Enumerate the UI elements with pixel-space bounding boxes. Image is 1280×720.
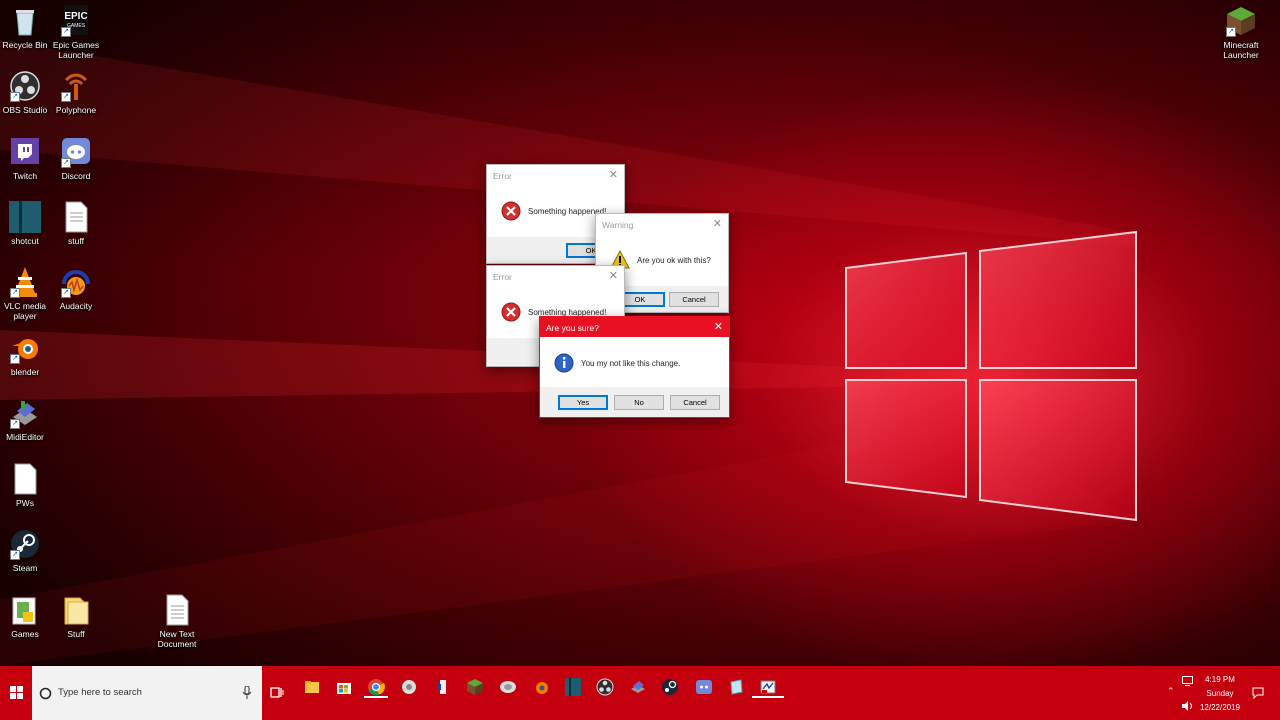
- desktop-icon-stuff-file[interactable]: stuff: [45, 201, 107, 246]
- blender-icon[interactable]: [532, 678, 550, 696]
- network-icon[interactable]: [1182, 675, 1194, 689]
- dialog-title: Error: [493, 272, 512, 282]
- desktop-icon-pws[interactable]: PWs: [0, 463, 56, 508]
- text-file-icon: [161, 594, 193, 626]
- desktop-icon-epic-games[interactable]: EPIC GAMES ↗ Epic Games Launcher: [45, 5, 107, 60]
- vbs-running-indicator: [752, 696, 784, 698]
- volume-icon[interactable]: [1182, 700, 1194, 714]
- info-icon: [554, 353, 574, 376]
- store-icon[interactable]: [335, 678, 353, 696]
- search-box[interactable]: Type here to search: [32, 666, 262, 720]
- desktop-icon-polyphone[interactable]: ↗ Polyphone: [45, 70, 107, 115]
- polyphone-icon: ↗: [60, 70, 92, 102]
- obs-icon: ↗: [9, 70, 41, 102]
- notification-icon[interactable]: [1252, 687, 1264, 702]
- close-icon[interactable]: ✕: [609, 269, 618, 282]
- clock-day[interactable]: Sunday: [1195, 689, 1245, 698]
- notepad-icon[interactable]: [727, 678, 745, 696]
- midieditor-icon[interactable]: [629, 678, 647, 696]
- dialog-title: Warning: [602, 220, 634, 230]
- folder-icon: [9, 594, 41, 626]
- close-icon[interactable]: ✕: [609, 168, 618, 181]
- audacity-icon: ↗: [60, 266, 92, 298]
- search-icon: [39, 687, 52, 703]
- minecraft-icon: ↗: [1225, 5, 1257, 37]
- svg-text:EPIC: EPIC: [64, 11, 87, 22]
- steam-icon[interactable]: [661, 678, 679, 696]
- desktop-icon-blender[interactable]: ↗ blender: [0, 332, 56, 377]
- file-explorer-icon[interactable]: [303, 678, 321, 696]
- yes-button[interactable]: Yes: [558, 395, 608, 410]
- midieditor-icon: ↗: [9, 397, 41, 429]
- desktop-icon-steam[interactable]: ↗ Steam: [0, 528, 56, 573]
- vlc-icon: ↗: [9, 266, 41, 298]
- start-button[interactable]: [0, 666, 32, 720]
- dialog-title: Are you sure?: [546, 323, 599, 333]
- windows-logo-icon: [10, 686, 23, 702]
- discord-icon[interactable]: [695, 678, 713, 696]
- desktop-icon-minecraft[interactable]: ↗ Minecraft Launcher: [1210, 5, 1272, 60]
- twitch-icon: [9, 136, 41, 168]
- cancel-button[interactable]: Cancel: [669, 292, 719, 307]
- dialog-title: Error: [493, 171, 512, 181]
- shotcut-icon: [9, 201, 41, 233]
- cancel-button[interactable]: Cancel: [670, 395, 720, 410]
- microphone-icon[interactable]: [242, 685, 252, 703]
- audacity-icon[interactable]: [434, 678, 452, 696]
- taskbar: Type here to search ⌃ 4:19 PM Sunday 12/…: [0, 666, 1280, 720]
- folder-icon: [60, 594, 92, 626]
- steam-icon: ↗: [9, 528, 41, 560]
- text-file-icon: [60, 201, 92, 233]
- chrome-icon[interactable]: [367, 678, 385, 696]
- chrome-running-indicator: [364, 696, 388, 698]
- desktop-icon-discord[interactable]: ↗ Discord: [45, 136, 107, 181]
- desktop-icon-stuff-folder[interactable]: Stuff: [45, 594, 107, 639]
- clock-date[interactable]: 12/22/2019: [1195, 703, 1245, 712]
- confirm-dialog[interactable]: Are you sure? ✕ You my not like this cha…: [539, 316, 730, 418]
- blank-file-icon: [9, 463, 41, 495]
- desktop-icon-new-text-document[interactable]: New Text Document: [146, 594, 208, 649]
- blender-icon: ↗: [9, 332, 41, 364]
- clock-time[interactable]: 4:19 PM: [1195, 675, 1245, 684]
- epic-games-icon: EPIC GAMES ↗: [60, 5, 92, 37]
- obs-icon[interactable]: [596, 678, 614, 696]
- polyphone-icon[interactable]: [400, 678, 418, 696]
- error-dialog-2-titlebar[interactable]: Error ✕: [487, 266, 624, 286]
- recycle-bin-icon: [9, 5, 41, 37]
- desktop-icon-midieditor[interactable]: ↗ MidiEditor: [0, 397, 56, 442]
- discord-icon: ↗: [60, 136, 92, 168]
- error-dialog-1-titlebar[interactable]: Error ✕: [487, 165, 624, 185]
- show-hidden-icons-icon[interactable]: ⌃: [1167, 686, 1175, 697]
- confirm-dialog-titlebar[interactable]: Are you sure? ✕: [540, 317, 729, 337]
- minecraft-icon[interactable]: [466, 678, 484, 696]
- desktop-icon-audacity[interactable]: ↗ Audacity: [45, 266, 107, 311]
- epic-icon[interactable]: [499, 678, 517, 696]
- task-view-icon[interactable]: [270, 686, 284, 703]
- search-placeholder: Type here to search: [58, 687, 142, 698]
- dialog-message: You my not like this change.: [581, 359, 681, 368]
- vbs-icon[interactable]: [759, 678, 777, 696]
- no-button[interactable]: No: [614, 395, 664, 410]
- error-icon: [501, 201, 521, 224]
- warning-dialog-titlebar[interactable]: Warning ✕: [596, 214, 728, 234]
- shotcut-icon[interactable]: [564, 678, 582, 696]
- error-icon: [501, 302, 521, 325]
- close-icon[interactable]: ✕: [714, 320, 723, 333]
- dialog-message: Are you ok with this?: [637, 256, 711, 265]
- close-icon[interactable]: ✕: [713, 217, 722, 230]
